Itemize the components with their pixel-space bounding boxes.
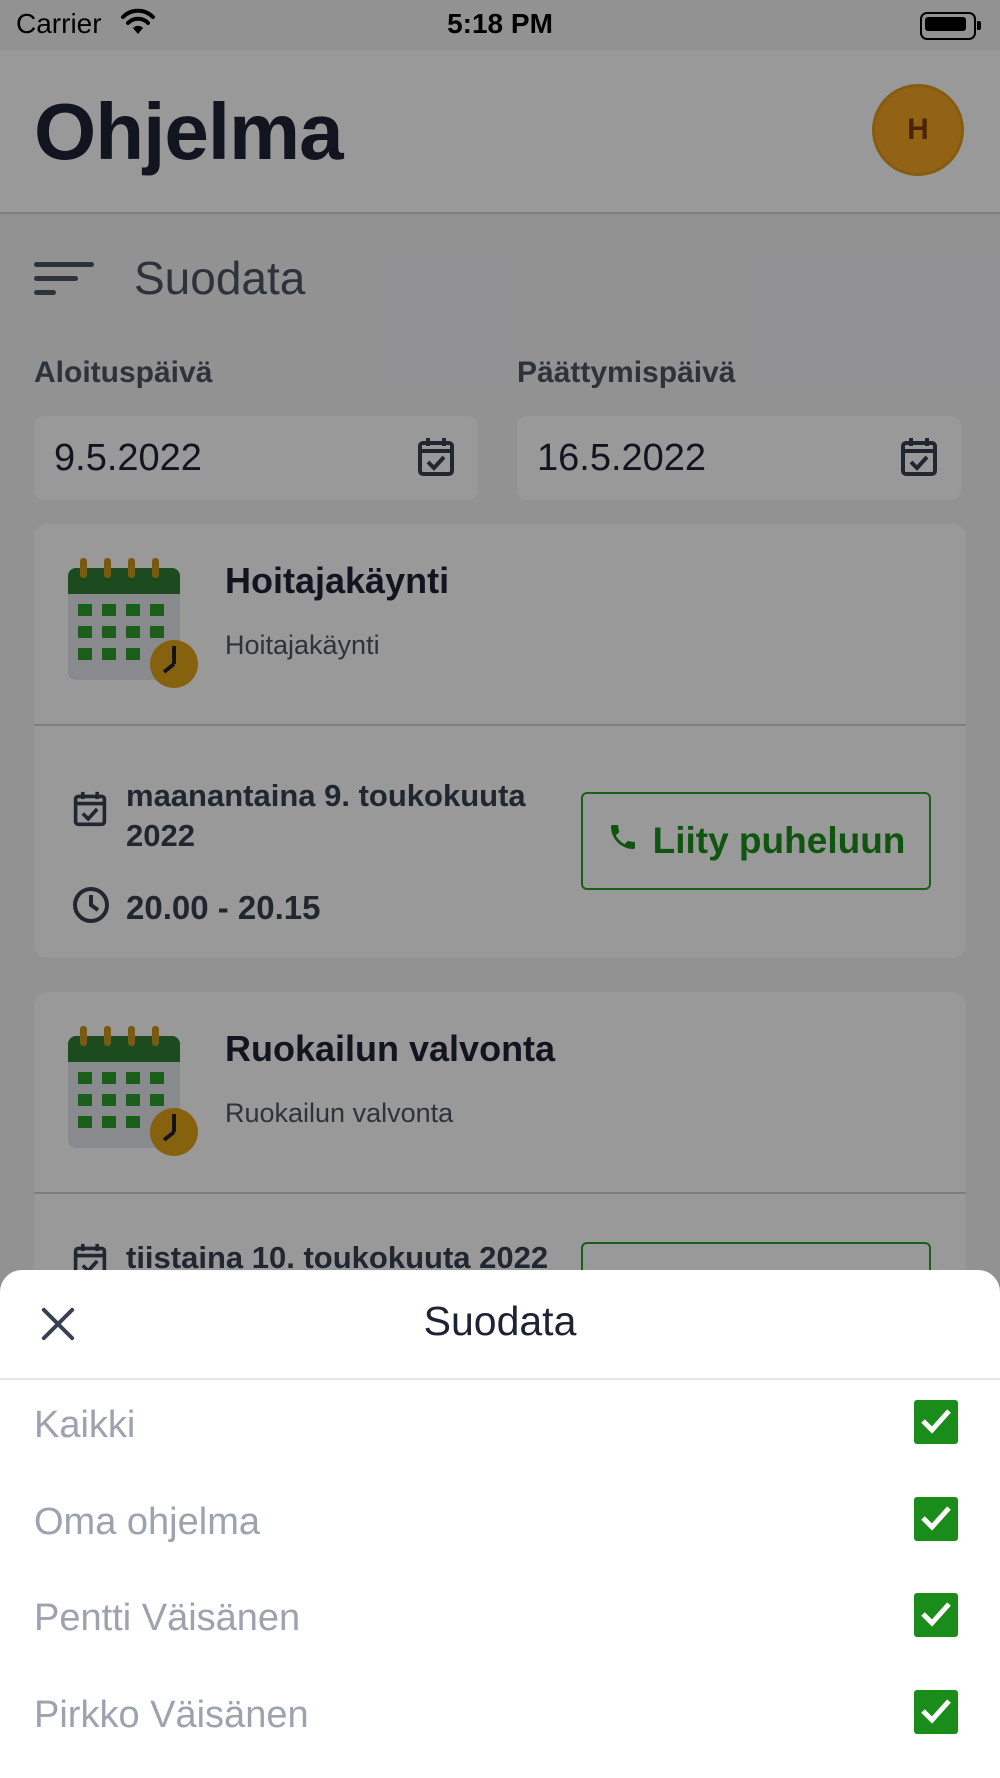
filter-sheet-header: Suodata (0, 1270, 1000, 1380)
filter-option-oma-ohjelma[interactable]: Oma ohjelma (0, 1477, 1000, 1574)
check-icon (921, 1409, 951, 1434)
filter-sheet: Suodata Kaikki Oma ohjelma Pentti Väisän… (0, 1270, 1000, 1778)
check-icon (921, 1602, 951, 1627)
filter-option-label: Oma ohjelma (34, 1500, 260, 1543)
filter-option-label: Pentti Väisänen (34, 1597, 301, 1639)
filter-option-pirkko[interactable]: Pirkko Väisänen (0, 1670, 1000, 1767)
check-icon (921, 1505, 951, 1531)
filter-option-label: Kaikki (34, 1404, 136, 1446)
check-icon (921, 1698, 951, 1724)
checkbox-checked[interactable] (914, 1400, 958, 1444)
filter-sheet-title: Suodata (423, 1298, 577, 1344)
checkbox-checked[interactable] (914, 1496, 958, 1541)
checkbox-checked[interactable] (914, 1689, 958, 1734)
filter-option-kaikki[interactable]: Kaikki (0, 1380, 1000, 1477)
checkbox-checked[interactable] (914, 1593, 958, 1637)
filter-option-pentti[interactable]: Pentti Väisänen (0, 1573, 1000, 1670)
filter-options-list: Kaikki Oma ohjelma Pentti Väisänen Pirkk… (0, 1380, 1000, 1766)
filter-option-label: Pirkko Väisänen (34, 1693, 309, 1736)
